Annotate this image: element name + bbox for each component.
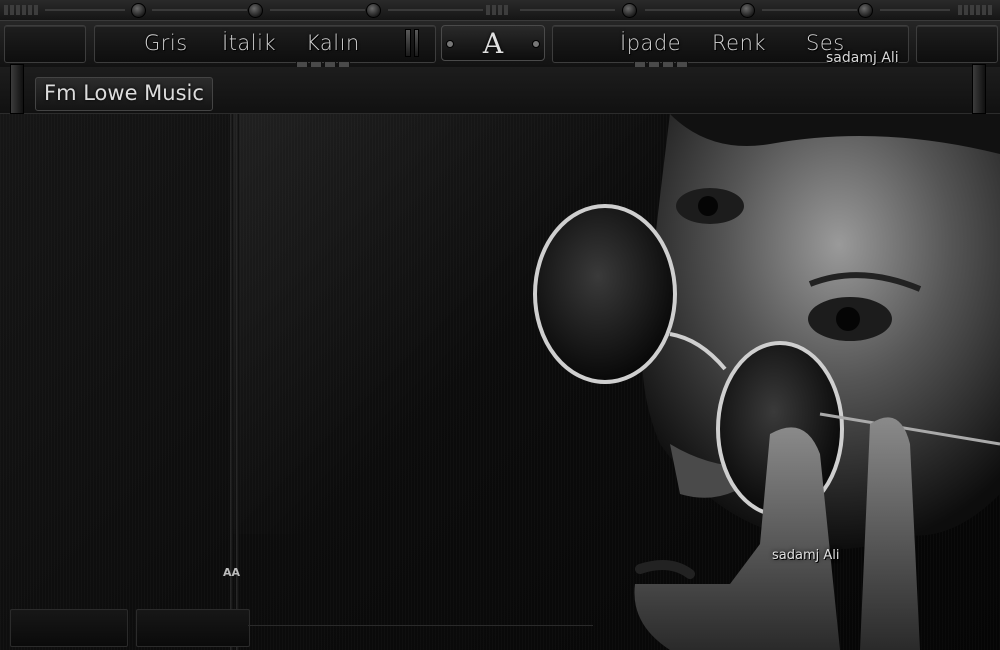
rail-ticks-left [4,5,38,15]
nav-item-kalin[interactable]: Kalın [306,31,360,55]
side-post-right [972,64,986,114]
site-title-tab[interactable]: Fm Lowe Music [35,77,213,111]
bottom-slot-left [10,609,128,647]
rail-line [762,9,857,11]
top-decorative-rail [0,0,1000,21]
logo-dot-right [532,40,540,48]
title-row: Fm Lowe Music [0,67,1000,114]
nav-pillar-left [405,29,419,57]
signature-image: sadamj Ali [772,548,840,563]
nav-item-italik[interactable]: İtalik [222,31,276,55]
rail-knob-icon [248,3,263,18]
signature-top: sadamj Ali [826,50,899,66]
nav-item-ipade[interactable]: İpade [620,31,681,55]
rail-line [388,9,483,11]
nav-item-renk[interactable]: Renk [712,31,766,55]
side-post-left [10,64,24,114]
nav-frame-left-end [4,25,86,63]
bottom-slot-middle [136,609,250,647]
site-title: Fm Lowe Music [44,81,204,105]
rail-ticks-right [958,5,992,15]
portrait-artwork [533,114,1000,650]
rail-marker-icon: AA [223,566,241,579]
rail-line [270,9,365,11]
rail-line [45,9,125,11]
rail-knob-icon [366,3,381,18]
rail-line [880,9,950,11]
rail-line [645,9,740,11]
rail-line [520,9,615,11]
nav-frame-right-end [916,25,998,63]
rail-knob-icon [740,3,755,18]
nav-item-gris[interactable]: Gris [144,31,188,55]
logo-emblem-icon: A [482,27,504,60]
rail-knob-icon [858,3,873,18]
rail-knob-icon [622,3,637,18]
rail-ticks-center [486,5,508,15]
rail-line [152,9,247,11]
logo-emblem[interactable]: A [441,25,545,61]
rail-knob-icon [131,3,146,18]
